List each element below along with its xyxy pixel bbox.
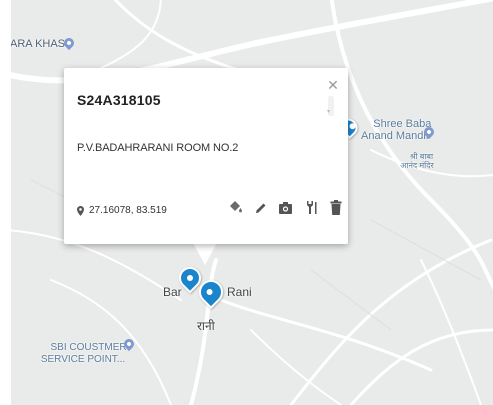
- place-label-temple-hindi: श्री बाबा आनंद मंदिर: [400, 152, 434, 170]
- place-label-rani: Rani: [227, 285, 252, 299]
- tools-icon[interactable]: [302, 199, 319, 216]
- location-pin-icon: [77, 205, 84, 216]
- popup-scrollbar[interactable]: [327, 96, 334, 116]
- close-icon[interactable]: ✕: [326, 78, 340, 92]
- popup-coordinates: 27.16078, 83.519: [77, 205, 167, 216]
- delete-trash-icon[interactable]: [327, 199, 344, 216]
- place-label-bar: Bar: [163, 285, 182, 299]
- place-label-sbi: SBI COUSTMER SERVICE POINT...: [40, 342, 127, 365]
- popup-tail: [193, 243, 217, 265]
- coordinates-text: 27.16078, 83.519: [89, 205, 167, 216]
- place-label-rani-hindi: रानी: [197, 319, 215, 333]
- popup-address: P.V.BADAHRARANI ROOM NO.2: [77, 142, 239, 154]
- popup-actions: [227, 199, 344, 216]
- edit-pencil-icon[interactable]: [252, 199, 269, 216]
- info-popup: S24A318105 ✕ P.V.BADAHRARANI ROOM NO.2 2…: [64, 68, 348, 244]
- camera-icon[interactable]: [277, 199, 294, 216]
- paint-bucket-icon[interactable]: [227, 199, 244, 216]
- popup-title: S24A318105: [77, 92, 161, 108]
- place-label-ara-khas: ARA KHAS: [11, 38, 66, 50]
